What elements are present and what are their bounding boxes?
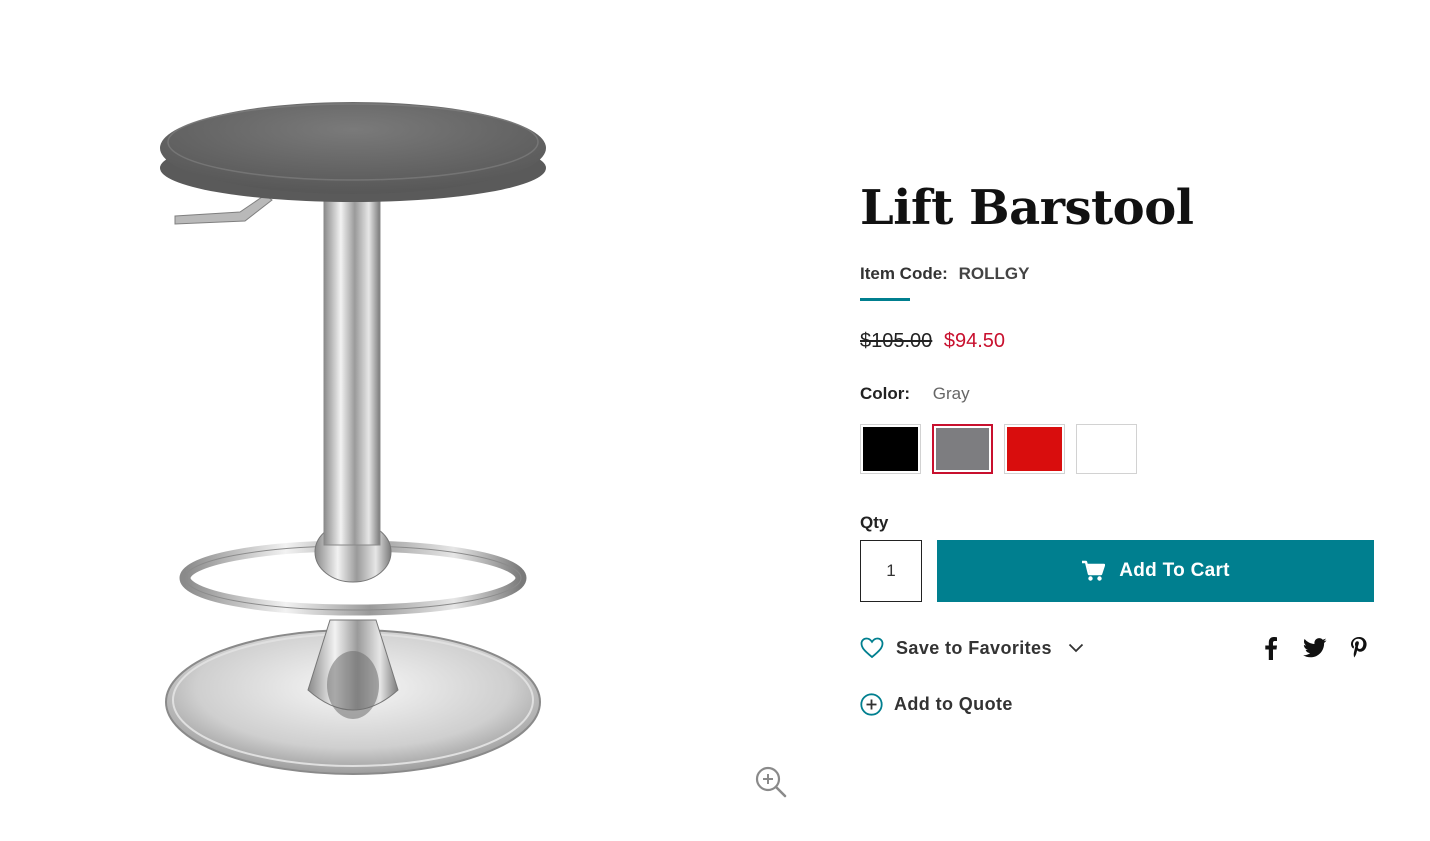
qty-label: Qty xyxy=(860,513,889,532)
color-swatch-gray[interactable] xyxy=(932,424,993,474)
item-code: Item Code: ROLLGY xyxy=(860,264,1029,284)
product-details: Lift Barstool Item Code: ROLLGY $105.00 … xyxy=(860,0,1380,841)
color-swatch-red[interactable] xyxy=(1004,424,1065,474)
color-label: Color: xyxy=(860,384,911,403)
color-selector-label: Color: Gray xyxy=(860,384,970,404)
color-swatches xyxy=(860,424,1137,474)
social-share xyxy=(1258,634,1372,662)
plus-circle-icon xyxy=(860,693,883,716)
original-price: $105.00 xyxy=(860,330,933,352)
cart-icon xyxy=(1082,560,1106,581)
chevron-down-icon xyxy=(1068,643,1084,653)
add-to-cart-label: Add To Cart xyxy=(1119,560,1230,581)
color-swatch-black[interactable] xyxy=(860,424,921,474)
qty-input[interactable] xyxy=(860,540,922,602)
product-title: Lift Barstool xyxy=(860,180,1194,236)
item-code-label: Item Code: xyxy=(860,264,948,283)
zoom-in-icon xyxy=(755,766,787,798)
add-to-quote-button[interactable]: Add to Quote xyxy=(860,693,1013,716)
selected-color-value: Gray xyxy=(932,384,970,403)
product-image-area xyxy=(0,0,820,841)
facebook-share-button[interactable] xyxy=(1258,634,1284,662)
add-to-cart-button[interactable]: Add To Cart xyxy=(937,540,1374,602)
zoom-button[interactable] xyxy=(753,764,789,800)
twitter-share-button[interactable] xyxy=(1302,634,1328,662)
add-to-quote-label: Add to Quote xyxy=(894,694,1013,714)
price-block: $105.00 $94.50 xyxy=(860,330,1005,353)
facebook-icon xyxy=(1265,637,1277,660)
save-to-favorites-button[interactable]: Save to Favorites xyxy=(860,637,1084,659)
product-page: Lift Barstool Item Code: ROLLGY $105.00 … xyxy=(0,0,1430,841)
color-swatch-white[interactable] xyxy=(1076,424,1137,474)
pinterest-icon xyxy=(1351,637,1367,658)
sale-price: $94.50 xyxy=(943,330,1006,352)
save-to-favorites-label: Save to Favorites xyxy=(896,637,1052,658)
pinterest-share-button[interactable] xyxy=(1346,634,1372,662)
item-code-value: ROLLGY xyxy=(958,264,1030,283)
twitter-icon xyxy=(1303,638,1327,658)
heart-icon xyxy=(860,637,884,659)
section-divider xyxy=(860,298,910,301)
product-image xyxy=(160,102,546,775)
